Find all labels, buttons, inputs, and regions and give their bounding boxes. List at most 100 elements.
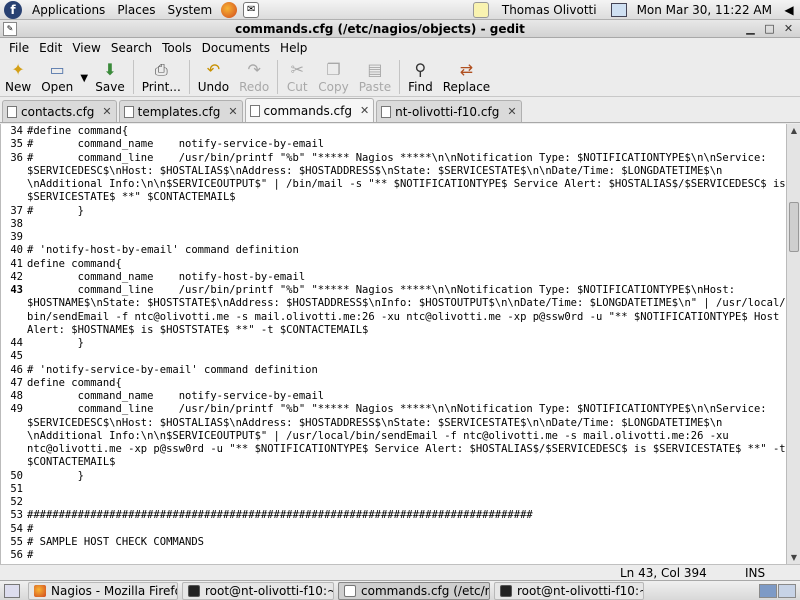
close-window-button[interactable]: ✕ [781, 22, 796, 36]
scroll-down-arrow-icon[interactable]: ▼ [787, 551, 800, 564]
code-line[interactable]: # [27, 523, 33, 536]
menu-search[interactable]: Search [106, 41, 157, 55]
code-line[interactable]: bin/sendEmail -f ntc@olivotti.me -s mail… [27, 311, 779, 324]
task-list: Nagios - Mozilla Firefox root@nt-olivotti… [28, 581, 648, 600]
code-line[interactable]: # [27, 549, 33, 562]
paste-button[interactable]: ▤ Paste [354, 57, 396, 94]
code-line[interactable]: # 'notify-service-by-email' command defi… [27, 364, 318, 377]
window-titlebar[interactable]: ✎ commands.cfg (/etc/nagios/objects) - g… [0, 20, 800, 38]
firefox-launcher-icon[interactable] [221, 1, 238, 18]
show-desktop-icon[interactable] [4, 583, 20, 598]
code-line[interactable]: # SAMPLE HOST CHECK COMMANDS [27, 536, 204, 549]
code-line[interactable]: # command_line /usr/bin/printf "%b" "***… [27, 152, 767, 165]
tab-contacts-cfg[interactable]: contacts.cfg ✕ [2, 100, 117, 122]
taskbar-button[interactable]: root@nt-olivotti-f10:~ [494, 581, 644, 600]
code-line[interactable]: $HOSTNAME$\nState: $HOSTSTATE$\nAddress:… [27, 297, 786, 310]
bottom-taskbar: Nagios - Mozilla Firefox root@nt-olivotti… [0, 580, 800, 600]
menu-file[interactable]: File [4, 41, 34, 55]
code-line[interactable]: $SERVICESTATE$ **" $CONTACTEMAIL$ [27, 191, 236, 204]
close-icon[interactable]: ✕ [102, 105, 111, 118]
code-line[interactable]: $SERVICEDESC$\nHost: $HOSTALIAS$\nAddres… [27, 165, 722, 178]
print-button[interactable]: ⎙ Print... [137, 57, 186, 94]
code-line[interactable]: command_line /usr/bin/printf "%b" "*****… [27, 284, 735, 297]
menu-system[interactable]: System [161, 3, 218, 17]
code-line[interactable]: ########################################… [27, 509, 533, 522]
volume-icon[interactable]: ◀ [782, 3, 796, 17]
code-line[interactable]: \nAdditional Info:\n\n$SERVICEOUTPUT$" |… [27, 430, 729, 443]
menu-documents[interactable]: Documents [197, 41, 275, 55]
code-line[interactable]: # command_name notify-service-by-email [27, 138, 324, 151]
tab-commands-cfg[interactable]: commands.cfg ✕ [244, 98, 375, 122]
code-line[interactable]: # 'notify-host-by-email' command definit… [27, 244, 299, 257]
line-number: 34 [10, 125, 23, 137]
code-line[interactable]: command_line /usr/bin/printf "%b" "*****… [27, 403, 767, 416]
save-icon: ⬇ [103, 60, 117, 79]
open-button[interactable]: ▭ Open [36, 57, 78, 94]
minimize-button[interactable]: ▁ [743, 22, 758, 36]
code-line[interactable]: } [27, 470, 84, 483]
open-recent-dropdown[interactable]: ▼ [78, 57, 90, 84]
close-icon[interactable]: ✕ [228, 105, 237, 118]
taskbar-button[interactable]: commands.cfg (/etc/n... [338, 581, 490, 600]
code-line[interactable]: $CONTACTEMAIL$ [27, 456, 116, 469]
scrollbar-thumb[interactable] [789, 202, 799, 252]
line-number: 41 [10, 257, 23, 270]
line-number: 43 [10, 284, 23, 296]
taskbar-button-label: root@nt-olivotti-f10:~ [517, 583, 644, 598]
network-icon[interactable] [610, 2, 627, 17]
line-number: 37 [10, 204, 23, 217]
redo-button[interactable]: ↷ Redo [234, 57, 274, 94]
menu-edit[interactable]: Edit [34, 41, 67, 55]
new-button[interactable]: ✦ New [0, 57, 36, 94]
undo-button[interactable]: ↶ Undo [193, 57, 234, 94]
code-line[interactable]: #define command{ [27, 125, 128, 138]
menu-view[interactable]: View [67, 41, 105, 55]
menu-applications[interactable]: Applications [26, 3, 111, 17]
find-button[interactable]: ⚲ Find [403, 57, 438, 94]
close-icon[interactable]: ✕ [507, 105, 516, 118]
tab-templates-cfg[interactable]: templates.cfg ✕ [118, 100, 243, 122]
code-line[interactable]: # } [27, 205, 84, 218]
cut-button[interactable]: ✂ Cut [281, 57, 313, 94]
mail-launcher-icon[interactable]: ✉ [243, 1, 260, 18]
firefox-icon [34, 584, 46, 597]
code-line[interactable]: $SERVICEDESC$\nHost: $HOSTALIAS$\nAddres… [27, 417, 722, 430]
panel-user-name[interactable]: Thomas Olivotti [492, 3, 607, 17]
menu-places[interactable]: Places [111, 3, 161, 17]
tab-label: nt-olivotti-f10.cfg [395, 104, 500, 119]
code-line[interactable]: command_name notify-host-by-email [27, 271, 306, 284]
copy-button[interactable]: ❐ Copy [313, 57, 353, 94]
workspace-switcher[interactable] [759, 583, 796, 598]
close-icon[interactable]: ✕ [360, 104, 369, 117]
menu-help[interactable]: Help [275, 41, 312, 55]
document-icon [7, 105, 17, 118]
tab-nt-olivotti-f10-cfg[interactable]: nt-olivotti-f10.cfg ✕ [376, 100, 522, 122]
undo-icon: ↶ [206, 60, 221, 79]
panel-clock[interactable]: Mon Mar 30, 11:22 AM [631, 3, 778, 17]
code-line[interactable]: command_name notify-service-by-email [27, 390, 325, 403]
replace-button[interactable]: ⇄ Replace [438, 57, 495, 94]
taskbar-button[interactable]: Nagios - Mozilla Firefox [28, 581, 178, 600]
workspace-1[interactable] [759, 583, 777, 598]
fedora-logo-icon[interactable]: f [4, 0, 22, 19]
maximize-button[interactable]: □ [762, 22, 777, 36]
vertical-scrollbar[interactable]: ▲ ▼ [786, 124, 800, 564]
terminal-icon [188, 584, 200, 597]
scroll-up-arrow-icon[interactable]: ▲ [787, 124, 800, 137]
gedit-window-icon[interactable]: ✎ [3, 21, 17, 36]
workspace-2[interactable] [778, 583, 796, 598]
line-number: 47 [10, 376, 23, 389]
code-line[interactable]: Alert: $HOSTNAME$ is $HOSTSTATE$ **" -t … [27, 324, 368, 337]
notes-icon[interactable] [472, 1, 489, 18]
line-number: 40 [10, 244, 23, 257]
save-button[interactable]: ⬇ Save [90, 57, 129, 94]
menu-tools[interactable]: Tools [157, 41, 197, 55]
code-line[interactable]: ntc@olivotti.me -xp p@ssw0rd -u "** $NOT… [27, 443, 786, 456]
code-line[interactable]: define command{ [27, 258, 122, 271]
code-line[interactable]: } [27, 337, 84, 350]
line-number: 38 [10, 217, 23, 230]
text-editor[interactable]: 34 35 36 37 38 39 40 41 42 43 44 45 46 47 48 49 50 51 52 53… [0, 124, 786, 564]
code-line[interactable]: \nAdditional Info:\n\n$SERVICEOUTPUT$" |… [27, 178, 786, 191]
code-line[interactable]: define command{ [27, 377, 122, 390]
taskbar-button[interactable]: root@nt-olivotti-f10:~ [182, 581, 334, 600]
